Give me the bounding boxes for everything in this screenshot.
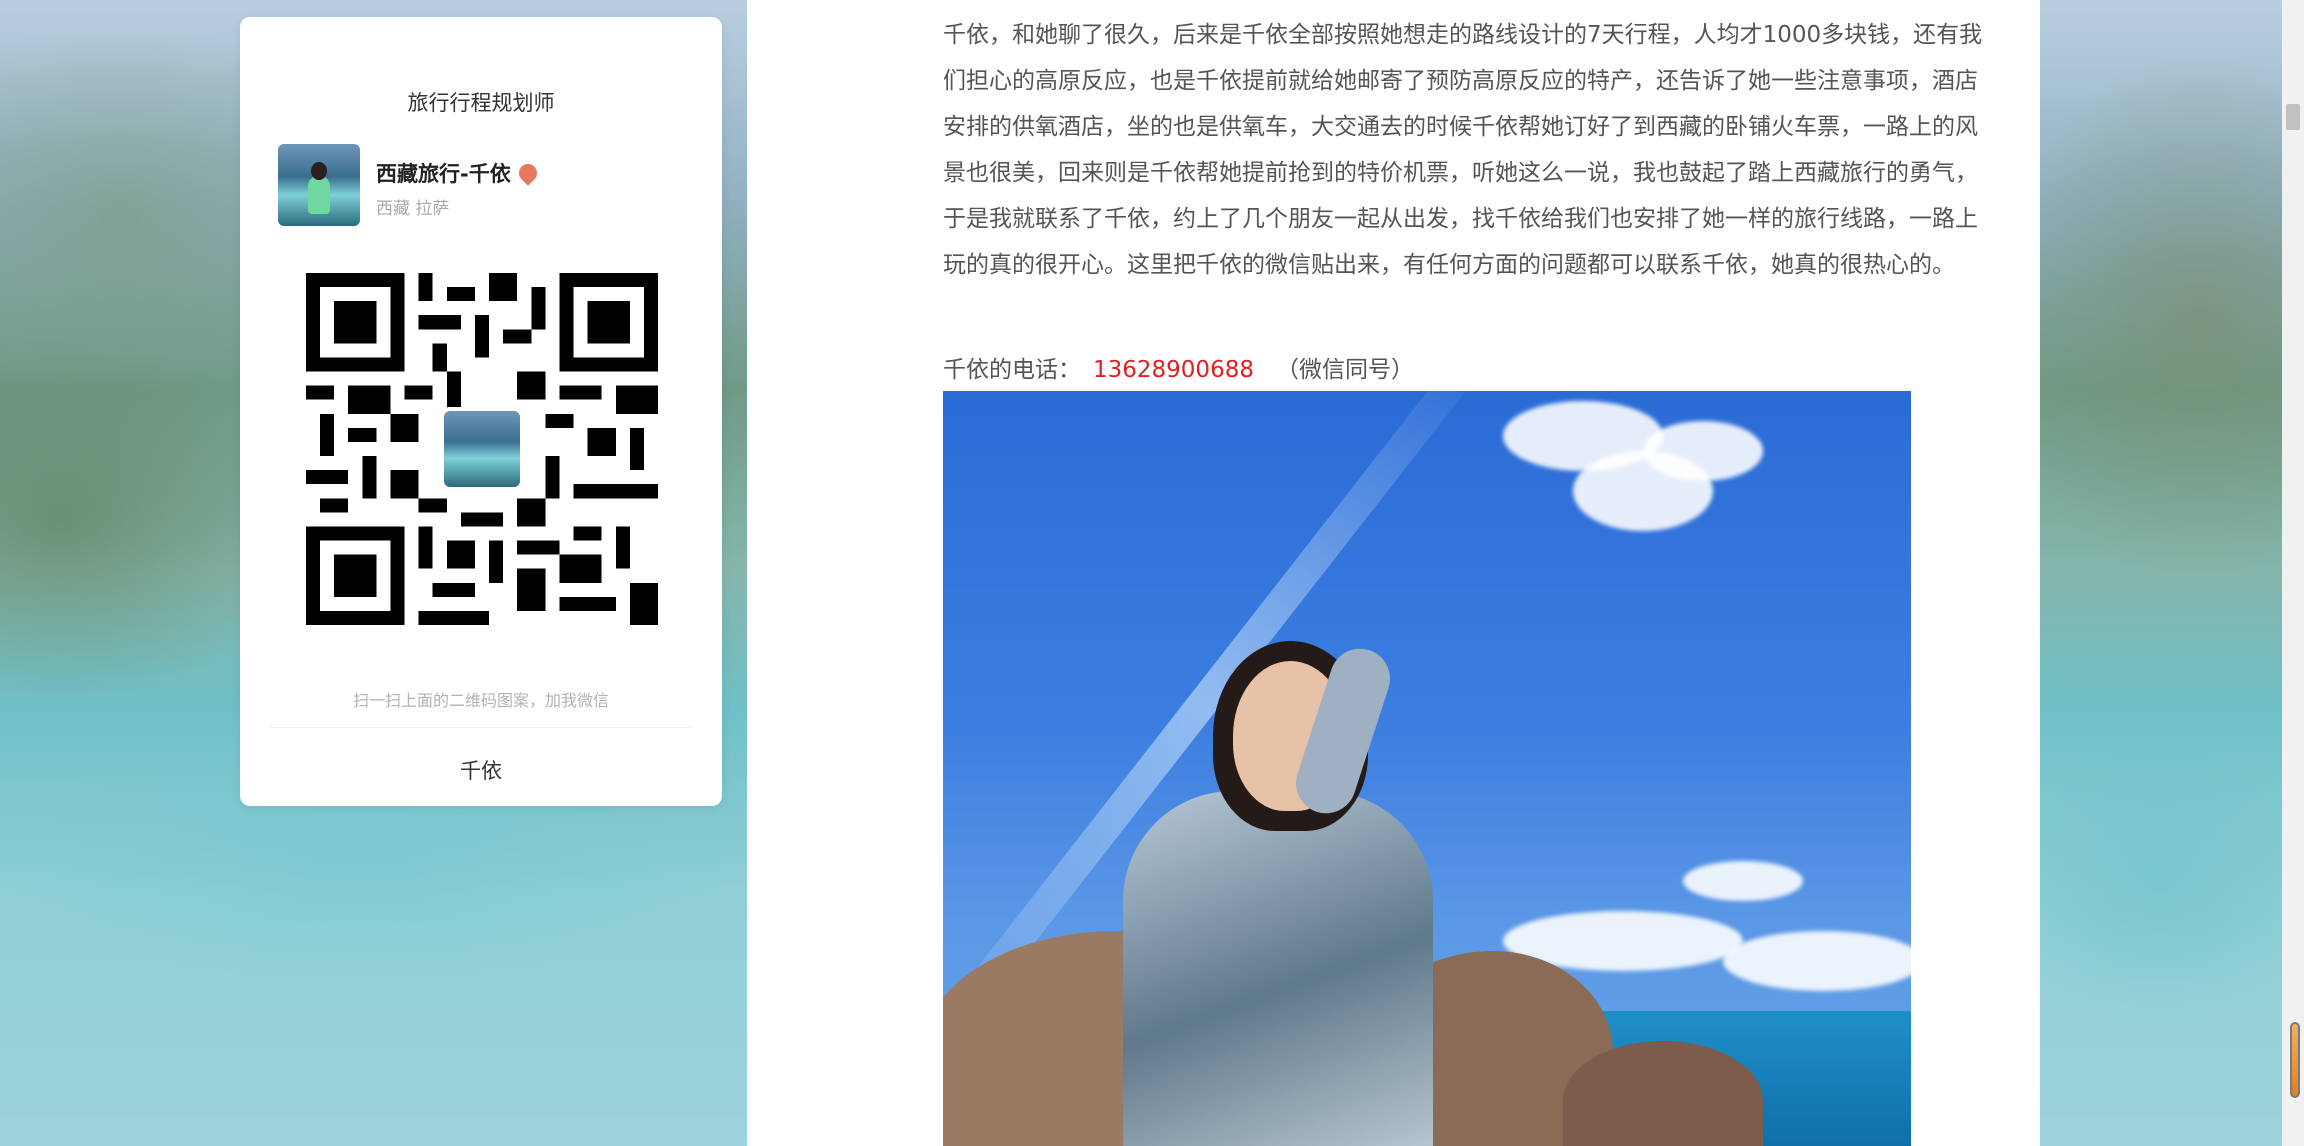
travel-photo (943, 391, 1911, 1146)
avatar (278, 144, 360, 226)
profile-text: 西藏旅行-千依 西藏 拉萨 (376, 158, 541, 219)
profile-name: 西藏旅行-千依 (376, 158, 541, 188)
profile-name-text: 西藏旅行-千依 (376, 162, 511, 186)
divider (270, 727, 692, 728)
card-title: 旅行行程规划师 (407, 91, 555, 115)
scrollbar-thumb[interactable] (2286, 104, 2300, 130)
qr-center-avatar (440, 407, 524, 491)
card-footer-name: 千依 (460, 759, 502, 783)
profile: 西藏旅行-千依 西藏 拉萨 (278, 144, 541, 226)
profile-location: 西藏 拉萨 (376, 199, 450, 219)
phone-line: 千依的电话： 13628900688 （微信同号） (943, 350, 1414, 384)
location-pin-icon (514, 160, 541, 186)
background-scenery-right (2040, 0, 2304, 1146)
planner-card: 旅行行程规划师 西藏旅行-千依 西藏 拉萨 扫一扫上面的二维码图案，加我微信 千… (240, 17, 722, 806)
scrollbar[interactable] (2282, 0, 2304, 1146)
article-paragraph: 千依，和她聊了很久，后来是千依全部按照她想走的路线设计的7天行程，人均才1000… (943, 22, 1983, 278)
qr-code[interactable] (306, 273, 658, 625)
phone-note: （微信同号） (1275, 357, 1414, 383)
qr-hint: 扫一扫上面的二维码图案，加我微信 (352, 691, 609, 710)
phone-label: 千依的电话： (943, 357, 1081, 383)
scroll-widget[interactable] (2290, 1022, 2300, 1098)
article-panel: 千依，和她聊了很久，后来是千依全部按照她想走的路线设计的7天行程，人均才1000… (747, 0, 2040, 1146)
phone-number[interactable]: 13628900688 (1093, 357, 1254, 383)
